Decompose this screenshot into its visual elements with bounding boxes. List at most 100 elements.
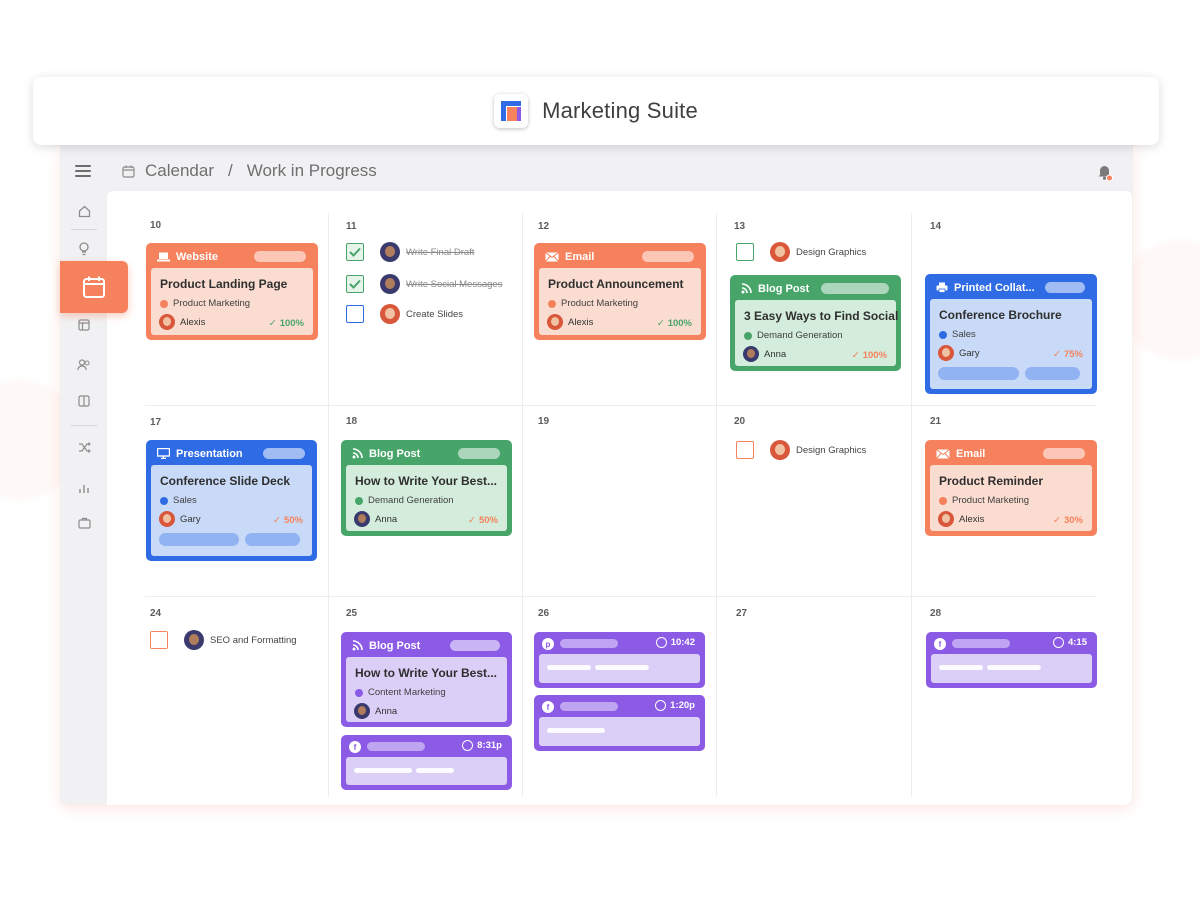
todo-label: SEO and Formatting: [210, 634, 297, 646]
checkbox[interactable]: [346, 305, 364, 323]
placeholder-bar: [367, 742, 425, 751]
clock-icon: [462, 740, 474, 751]
sidebar-divider: [71, 229, 97, 230]
check-icon: ✓: [268, 318, 277, 329]
calendar-small-icon: [122, 165, 135, 178]
card-type-label: Printed Collat...: [954, 281, 1035, 294]
users-icon[interactable]: [76, 357, 92, 373]
layout-icon[interactable]: [76, 317, 92, 333]
avatar: [380, 242, 400, 262]
todo-item[interactable]: Write Final Draft: [346, 242, 474, 262]
avatar: [380, 304, 400, 324]
calendar-icon: [83, 276, 105, 298]
breadcrumb-root[interactable]: Calendar: [145, 161, 214, 181]
bar-chart-icon[interactable]: [76, 480, 92, 496]
card-placeholder-pill: [821, 283, 889, 294]
shuffle-icon[interactable]: [76, 439, 92, 455]
card-type-label: Website: [176, 250, 218, 263]
social-post-card[interactable]: f 8:31p: [341, 735, 512, 790]
post-time: 1:20p: [655, 700, 695, 711]
todo-item[interactable]: Create Slides: [346, 304, 463, 324]
sidebar-divider: [71, 425, 97, 426]
card-title: Product Reminder: [939, 474, 1044, 488]
check-icon: ✓: [468, 515, 476, 526]
card-progress: ✓ 100%: [656, 318, 692, 329]
columns-icon[interactable]: [76, 393, 92, 409]
card-progress: ✓ 30%: [1053, 515, 1083, 526]
card-tag: Product Marketing: [548, 298, 638, 309]
breadcrumb-separator: /: [228, 161, 233, 180]
lightbulb-icon[interactable]: [76, 241, 92, 257]
todo-label: Create Slides: [406, 308, 464, 320]
day-number: 18: [346, 416, 358, 427]
home-icon[interactable]: [76, 203, 92, 219]
task-card-blog-post[interactable]: Blog Post 3 Easy Ways to Find Social... …: [730, 275, 901, 371]
day-number: 13: [734, 221, 746, 232]
todo-label: Design Graphics: [796, 246, 867, 258]
check-icon: ✓: [851, 350, 860, 361]
day-number: 20: [734, 416, 746, 427]
todo-label: Write Final Draft: [406, 246, 475, 258]
checkbox[interactable]: [736, 441, 754, 459]
laptop-icon: [157, 252, 170, 261]
notification-bell-icon[interactable]: [1097, 163, 1113, 182]
facebook-icon: f: [934, 638, 946, 650]
sidebar: [60, 145, 107, 805]
clock-icon: [1052, 637, 1064, 648]
pinterest-icon: p: [542, 638, 554, 650]
post-body: [539, 717, 700, 746]
todo-item[interactable]: Write Social Messages: [346, 274, 502, 294]
task-card-blog-post[interactable]: Blog Post How to Write Your Best... Cont…: [341, 632, 512, 727]
checkbox[interactable]: [150, 631, 168, 649]
todo-item[interactable]: Design Graphics: [736, 242, 866, 262]
checkbox-checked[interactable]: [346, 275, 364, 293]
day-number: 28: [930, 608, 942, 619]
grid-line: [328, 213, 329, 796]
task-card-blog-post[interactable]: Blog Post How to Write Your Best... Dema…: [341, 440, 512, 536]
checkbox[interactable]: [736, 243, 754, 261]
day-number: 21: [930, 416, 942, 427]
card-placeholder-pill: [458, 448, 500, 459]
avatar: [743, 346, 759, 362]
card-assignee: Alexis: [547, 314, 593, 330]
todo-item[interactable]: SEO and Formatting: [150, 630, 297, 650]
avatar: [938, 511, 954, 527]
placeholder-bar: [952, 639, 1010, 648]
envelope-icon: [936, 448, 950, 459]
task-card-website[interactable]: Website Product Landing Page Product Mar…: [146, 243, 318, 340]
task-card-printed-collateral[interactable]: Printed Collat... Conference Brochure Sa…: [925, 274, 1097, 394]
day-number: 11: [346, 221, 357, 232]
card-assignee: Anna: [354, 703, 397, 719]
card-type-label: Blog Post: [369, 639, 421, 652]
card-assignee: Anna: [743, 346, 786, 362]
rss-icon: [741, 283, 752, 294]
task-card-presentation[interactable]: Presentation Conference Slide Deck Sales…: [146, 440, 317, 561]
avatar: [159, 314, 175, 330]
briefcase-icon[interactable]: [76, 515, 92, 531]
task-card-email[interactable]: Email Product Reminder Product Marketing…: [925, 440, 1097, 536]
card-tag: Sales: [939, 329, 976, 340]
social-post-card[interactable]: f 1:20p: [534, 695, 705, 751]
calendar-nav-button[interactable]: [60, 261, 128, 313]
avatar: [380, 274, 400, 294]
social-post-card[interactable]: p 10:42: [534, 632, 705, 688]
task-card-email[interactable]: Email Product Announcement Product Marke…: [534, 243, 706, 340]
card-tag: Demand Generation: [355, 495, 454, 506]
social-post-card[interactable]: f 4:15: [926, 632, 1097, 688]
post-time: 10:42: [655, 637, 695, 648]
card-placeholder-bars: [938, 367, 1080, 380]
avatar: [184, 630, 204, 650]
avatar: [159, 511, 175, 527]
grid-line: [145, 405, 1096, 406]
card-placeholder-pill: [254, 251, 306, 262]
todo-item[interactable]: Design Graphics: [736, 440, 866, 460]
card-tag: Content Marketing: [355, 687, 446, 698]
card-assignee: Anna: [354, 511, 397, 527]
post-time: 8:31p: [462, 740, 502, 751]
todo-label: Design Graphics: [796, 444, 867, 456]
checkbox-checked[interactable]: [346, 243, 364, 261]
card-title: Product Landing Page: [160, 277, 288, 291]
app-title-bar: Marketing Suite: [33, 77, 1159, 145]
card-title: How to Write Your Best...: [355, 474, 498, 488]
card-placeholder-pill: [263, 448, 305, 459]
